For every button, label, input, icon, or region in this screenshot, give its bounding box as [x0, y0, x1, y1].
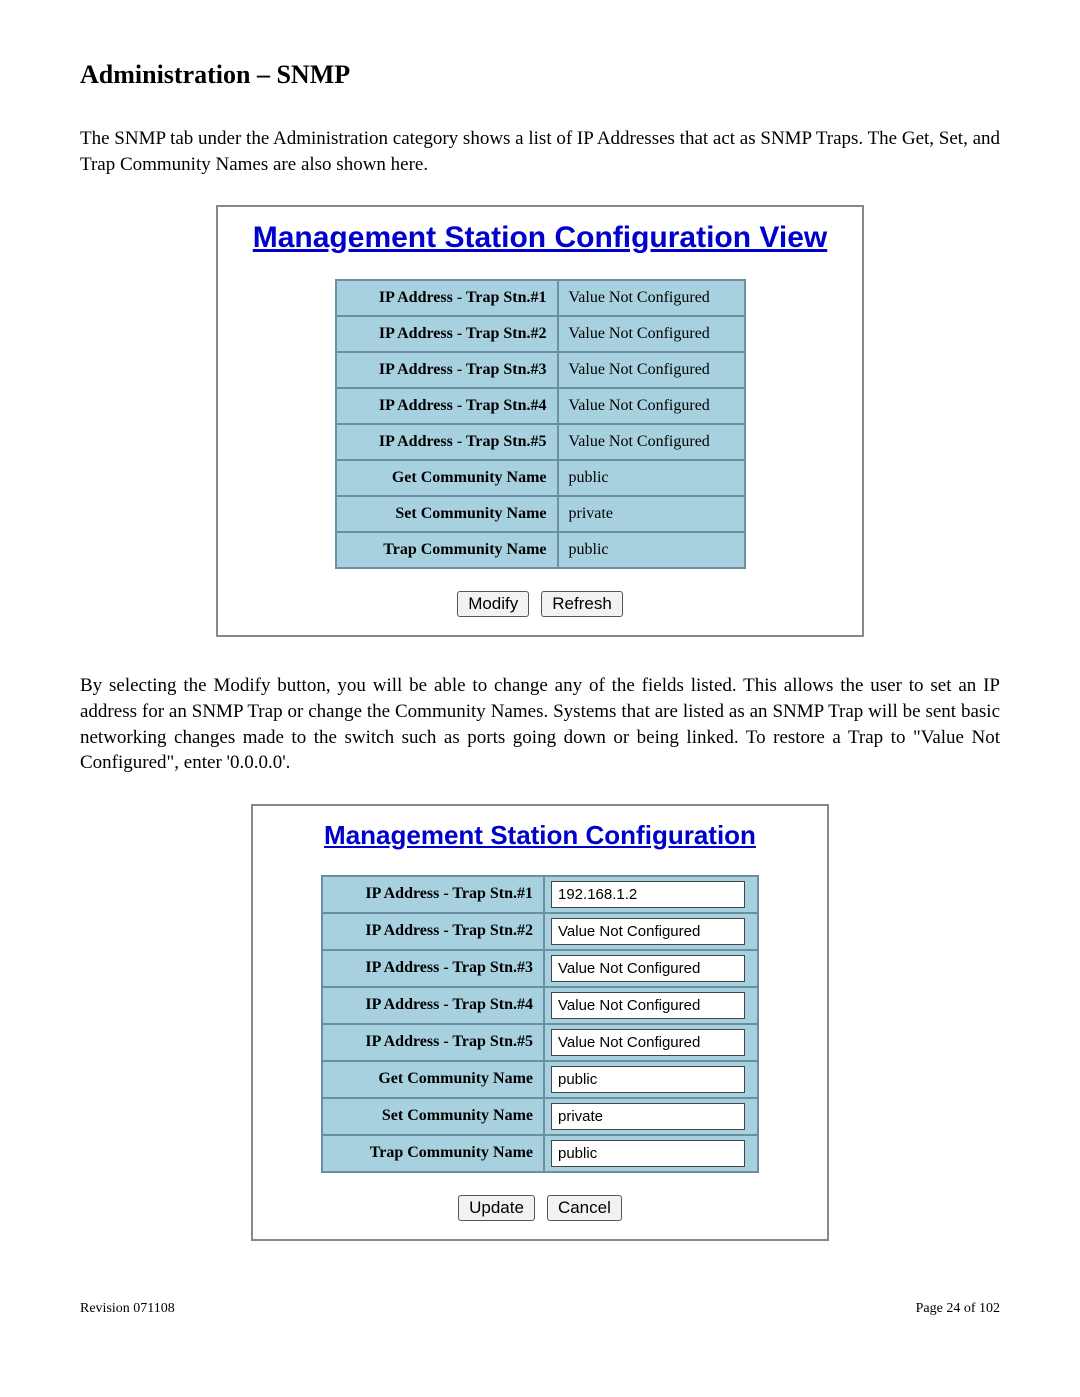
modify-button[interactable]: Modify [457, 591, 529, 617]
refresh-button[interactable]: Refresh [541, 591, 623, 617]
view-panel: Management Station Configuration View IP… [216, 205, 864, 637]
row-input-cell [544, 1135, 758, 1172]
row-value: Value Not Configured [558, 280, 745, 316]
view-button-row: Modify Refresh [230, 591, 850, 617]
table-row: Set Community Name [322, 1098, 758, 1135]
row-value: public [558, 460, 745, 496]
row-label: Set Community Name [336, 496, 558, 532]
table-row: Get Community Name [322, 1061, 758, 1098]
page-footer: Revision 071108 Page 24 of 102 [80, 1301, 1000, 1317]
row-input-cell [544, 876, 758, 913]
row-value: Value Not Configured [558, 352, 745, 388]
row-input-cell [544, 1061, 758, 1098]
page-number: Page 24 of 102 [916, 1301, 1000, 1317]
cancel-button[interactable]: Cancel [547, 1195, 622, 1221]
row-label: Set Community Name [322, 1098, 544, 1135]
row-value: Value Not Configured [558, 388, 745, 424]
row-label: IP Address - Trap Stn.#1 [336, 280, 558, 316]
table-row: IP Address - Trap Stn.#4Value Not Config… [336, 388, 745, 424]
row-label: IP Address - Trap Stn.#4 [336, 388, 558, 424]
row-input-cell [544, 987, 758, 1024]
view-config-table: IP Address - Trap Stn.#1Value Not Config… [335, 279, 746, 569]
row-label: IP Address - Trap Stn.#5 [336, 424, 558, 460]
row-label: IP Address - Trap Stn.#2 [336, 316, 558, 352]
get-community-input[interactable] [551, 1066, 745, 1093]
row-input-cell [544, 1024, 758, 1061]
table-row: IP Address - Trap Stn.#3 [322, 950, 758, 987]
row-label: Get Community Name [336, 460, 558, 496]
trap-stn-2-input[interactable] [551, 918, 745, 945]
revision-text: Revision 071108 [80, 1301, 175, 1317]
row-label: Trap Community Name [336, 532, 558, 568]
row-label: IP Address - Trap Stn.#3 [336, 352, 558, 388]
config-panel-title: Management Station Configuration [265, 820, 815, 851]
table-row: IP Address - Trap Stn.#4 [322, 987, 758, 1024]
table-row: Trap Community Namepublic [336, 532, 745, 568]
row-value: private [558, 496, 745, 532]
row-input-cell [544, 950, 758, 987]
row-label: IP Address - Trap Stn.#5 [322, 1024, 544, 1061]
config-button-row: Update Cancel [265, 1195, 815, 1221]
update-button[interactable]: Update [458, 1195, 535, 1221]
row-label: IP Address - Trap Stn.#4 [322, 987, 544, 1024]
trap-stn-1-input[interactable] [551, 881, 745, 908]
table-row: Trap Community Name [322, 1135, 758, 1172]
config-form-table: IP Address - Trap Stn.#1 IP Address - Tr… [321, 875, 759, 1173]
table-row: IP Address - Trap Stn.#5Value Not Config… [336, 424, 745, 460]
table-row: Get Community Namepublic [336, 460, 745, 496]
row-label: IP Address - Trap Stn.#1 [322, 876, 544, 913]
row-value: Value Not Configured [558, 316, 745, 352]
trap-stn-4-input[interactable] [551, 992, 745, 1019]
section-heading: Administration – SNMP [80, 60, 1000, 90]
mid-paragraph: By selecting the Modify button, you will… [80, 673, 1000, 776]
row-input-cell [544, 913, 758, 950]
table-row: IP Address - Trap Stn.#5 [322, 1024, 758, 1061]
table-row: IP Address - Trap Stn.#2Value Not Config… [336, 316, 745, 352]
trap-community-input[interactable] [551, 1140, 745, 1167]
row-label: Trap Community Name [322, 1135, 544, 1172]
trap-stn-3-input[interactable] [551, 955, 745, 982]
row-label: Get Community Name [322, 1061, 544, 1098]
table-row: Set Community Nameprivate [336, 496, 745, 532]
table-row: IP Address - Trap Stn.#1 [322, 876, 758, 913]
trap-stn-5-input[interactable] [551, 1029, 745, 1056]
set-community-input[interactable] [551, 1103, 745, 1130]
table-row: IP Address - Trap Stn.#3Value Not Config… [336, 352, 745, 388]
view-panel-title: Management Station Configuration View [230, 221, 850, 255]
row-label: IP Address - Trap Stn.#3 [322, 950, 544, 987]
config-panel: Management Station Configuration IP Addr… [251, 804, 829, 1241]
row-value: public [558, 532, 745, 568]
intro-paragraph: The SNMP tab under the Administration ca… [80, 126, 1000, 177]
table-row: IP Address - Trap Stn.#1Value Not Config… [336, 280, 745, 316]
row-label: IP Address - Trap Stn.#2 [322, 913, 544, 950]
row-input-cell [544, 1098, 758, 1135]
table-row: IP Address - Trap Stn.#2 [322, 913, 758, 950]
row-value: Value Not Configured [558, 424, 745, 460]
